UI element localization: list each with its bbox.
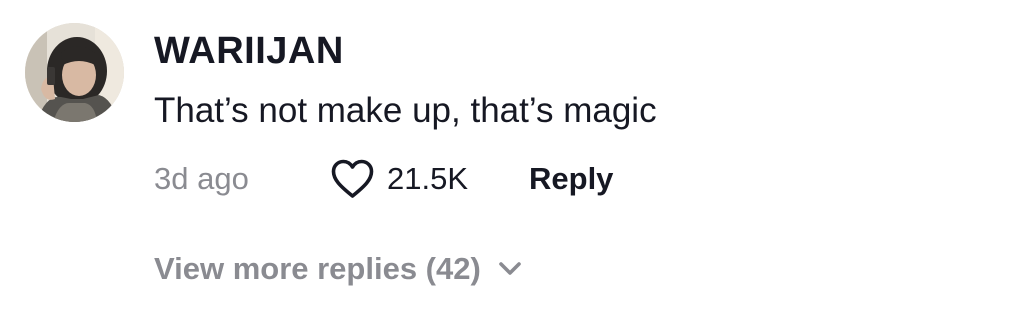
- like-button[interactable]: 21.5K: [330, 157, 468, 201]
- comment-username[interactable]: WARIIJAN: [154, 28, 344, 74]
- comment-text: That’s not make up, that’s magic: [154, 91, 657, 130]
- avatar-image: [25, 23, 124, 122]
- avatar[interactable]: [25, 23, 124, 122]
- heart-outline-icon: [330, 158, 375, 200]
- view-more-replies-button[interactable]: View more replies (42): [154, 246, 523, 292]
- chevron-down-icon: [497, 259, 523, 279]
- comment-timestamp: 3d ago: [154, 161, 249, 196]
- view-more-replies-label: View more replies (42): [154, 251, 481, 286]
- reply-button[interactable]: Reply: [529, 157, 613, 201]
- comment-item: WARIIJAN That’s not make up, that’s magi…: [0, 0, 1024, 322]
- like-count: 21.5K: [387, 161, 469, 196]
